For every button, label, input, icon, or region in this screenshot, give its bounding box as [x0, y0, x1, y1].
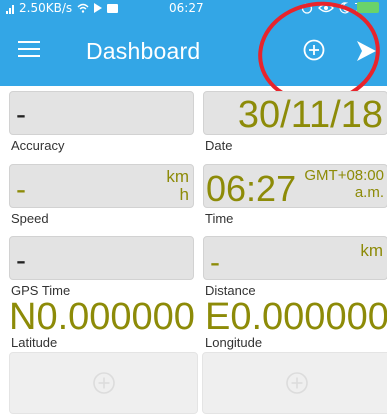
- time-value: 06:27: [206, 168, 297, 209]
- latitude-value: N0.000000: [9, 296, 195, 338]
- battery-icon: [357, 2, 379, 13]
- alarm-icon: [301, 3, 313, 14]
- distance-unit: km: [360, 241, 383, 260]
- eye-icon: [318, 3, 334, 13]
- add-circle-icon: [93, 372, 115, 394]
- message-icon: [107, 3, 119, 13]
- accuracy-value: -: [16, 98, 26, 131]
- date-value: 30/11/18: [237, 94, 383, 136]
- timezone: GMT+08:00: [304, 167, 384, 184]
- time-box: 06:27 GMT+08:00 a.m.: [203, 164, 387, 208]
- navigation-icon[interactable]: [350, 36, 380, 66]
- longitude-value: E0.000000: [205, 296, 387, 338]
- speed-box: - km h: [9, 164, 194, 208]
- am-pm: a.m.: [354, 184, 384, 201]
- wifi-icon: [77, 3, 89, 13]
- accuracy-box: -: [9, 91, 194, 135]
- moon-icon: [339, 2, 350, 14]
- accuracy-label: Accuracy: [11, 138, 65, 153]
- signal-icon: [6, 3, 14, 14]
- empty-tile-right[interactable]: [202, 352, 387, 414]
- status-time: 06:27: [169, 1, 204, 15]
- status-bar: 2.50KB/s 06:27 7%: [0, 0, 387, 16]
- speed-unit-top: km: [166, 167, 189, 186]
- date-label: Date: [205, 138, 233, 153]
- app-bar: Dashboard: [0, 16, 387, 86]
- time-label: Time: [205, 211, 234, 226]
- gps-time-value: -: [16, 244, 26, 277]
- distance-box: - km: [203, 236, 387, 280]
- add-circle-icon: [286, 372, 308, 394]
- longitude-label: Longitude: [205, 335, 263, 350]
- play-icon: [94, 3, 103, 13]
- status-left: 2.50KB/s: [6, 1, 119, 15]
- date-box: 30/11/18: [203, 91, 387, 135]
- speed-label: Speed: [11, 211, 49, 226]
- distance-value: -: [210, 246, 220, 279]
- add-circle-icon[interactable]: [300, 36, 328, 64]
- empty-tile-left[interactable]: [9, 352, 198, 414]
- network-speed: 2.50KB/s: [19, 1, 73, 15]
- speed-unit-bottom: h: [179, 185, 189, 204]
- latitude-label: Latitude: [11, 335, 58, 350]
- page-title: Dashboard: [86, 38, 201, 64]
- speed-value: -: [16, 173, 26, 206]
- hamburger-menu-icon[interactable]: [18, 41, 40, 59]
- gps-time-box: -: [9, 236, 194, 280]
